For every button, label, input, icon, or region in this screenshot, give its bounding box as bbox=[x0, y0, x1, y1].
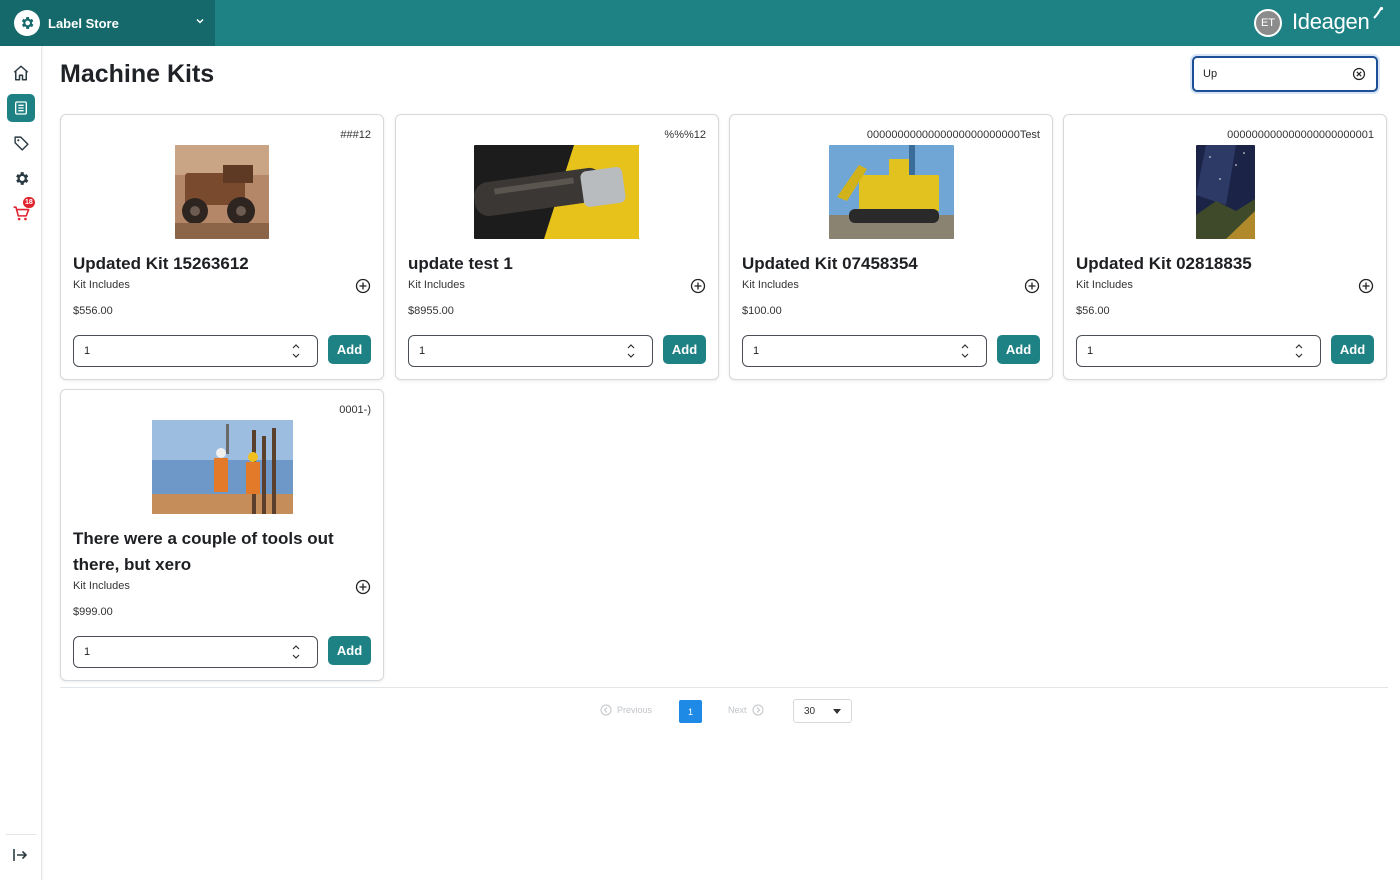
list-icon bbox=[15, 101, 27, 115]
kit-card: ###12 Updated Kit 15263612 Kit Includes … bbox=[60, 114, 384, 380]
store-logo-icon bbox=[14, 10, 40, 36]
quantity-stepper[interactable]: 1 bbox=[73, 636, 318, 668]
gear-icon bbox=[15, 171, 28, 185]
tag-icon bbox=[13, 135, 29, 151]
kit-name: Updated Kit 15263612 bbox=[73, 254, 249, 273]
page-size-value: 30 bbox=[804, 706, 816, 717]
kit-includes-label: Kit Includes bbox=[408, 279, 465, 291]
kit-name: update test 1 bbox=[408, 254, 513, 273]
kit-includes-label: Kit Includes bbox=[73, 580, 130, 592]
kit-price: $999.00 bbox=[73, 606, 113, 618]
store-name: Label Store bbox=[48, 15, 119, 31]
expand-kit-icon[interactable] bbox=[1024, 278, 1040, 294]
kit-name: Updated Kit 02818835 bbox=[1076, 254, 1252, 273]
spinner-arrows-icon[interactable] bbox=[291, 642, 301, 662]
chevron-right-circle-icon bbox=[752, 704, 764, 716]
expand-kit-icon[interactable] bbox=[1358, 278, 1374, 294]
page-number-current[interactable]: 1 bbox=[679, 700, 702, 723]
sidebar-item-labels[interactable] bbox=[7, 129, 35, 157]
kit-image[interactable] bbox=[474, 145, 639, 239]
spinner-arrows-icon[interactable] bbox=[291, 341, 301, 361]
quantity-value: 1 bbox=[753, 345, 760, 357]
chevron-down-icon bbox=[196, 18, 204, 24]
kit-image[interactable] bbox=[829, 145, 954, 239]
sidebar-item-cart[interactable]: 18 bbox=[7, 197, 35, 227]
kit-includes-label: Kit Includes bbox=[73, 279, 130, 291]
quantity-stepper[interactable]: 1 bbox=[742, 335, 987, 367]
quantity-value: 1 bbox=[419, 345, 426, 357]
kit-image[interactable] bbox=[175, 145, 269, 239]
search-field[interactable] bbox=[1192, 56, 1378, 92]
expand-kit-icon[interactable] bbox=[355, 579, 371, 595]
chevron-left-circle-icon bbox=[600, 704, 612, 716]
kit-price: $56.00 bbox=[1076, 305, 1110, 317]
kit-card: 0001-) There were a couple of tools out … bbox=[60, 389, 384, 681]
kit-name: Updated Kit 07458354 bbox=[742, 254, 918, 273]
page-size-select[interactable]: 30 bbox=[793, 699, 852, 723]
quantity-value: 1 bbox=[1087, 345, 1094, 357]
kit-code: 0000000000000000000000000Test bbox=[866, 129, 1040, 141]
kit-image[interactable] bbox=[1196, 145, 1255, 239]
expand-kit-icon[interactable] bbox=[355, 278, 371, 294]
quantity-value: 1 bbox=[84, 646, 91, 658]
quantity-value: 1 bbox=[84, 345, 91, 357]
previous-page-button[interactable]: Previous bbox=[600, 704, 652, 716]
brand-logo: Ideagen bbox=[1292, 9, 1370, 34]
kit-code: ###12 bbox=[340, 129, 371, 141]
caret-down-icon bbox=[833, 709, 841, 714]
brand-spark-icon bbox=[1373, 6, 1384, 19]
add-to-cart-button[interactable]: Add bbox=[328, 636, 371, 665]
store-switcher[interactable]: Label Store bbox=[0, 0, 215, 46]
kit-price: $100.00 bbox=[742, 305, 782, 317]
quantity-stepper[interactable]: 1 bbox=[73, 335, 318, 367]
kit-card: 000000000000000000000001 Updated Kit 028… bbox=[1063, 114, 1387, 380]
kit-price: $556.00 bbox=[73, 305, 113, 317]
kit-includes-label: Kit Includes bbox=[742, 279, 799, 291]
exit-icon[interactable] bbox=[12, 848, 30, 862]
previous-label: Previous bbox=[617, 705, 653, 715]
next-label: Next bbox=[728, 705, 747, 715]
spinner-arrows-icon[interactable] bbox=[1294, 341, 1304, 361]
kit-card: %%%12 update test 1 Kit Includes $8955.0… bbox=[395, 114, 719, 380]
add-to-cart-button[interactable]: Add bbox=[663, 335, 706, 364]
content-divider bbox=[60, 687, 1388, 688]
kit-name: There were a couple of tools out there, … bbox=[73, 529, 334, 574]
spinner-arrows-icon[interactable] bbox=[960, 341, 970, 361]
quantity-stepper[interactable]: 1 bbox=[408, 335, 653, 367]
sidebar-divider bbox=[6, 834, 36, 835]
kit-code: 000000000000000000000001 bbox=[1227, 129, 1374, 141]
expand-kit-icon[interactable] bbox=[690, 278, 706, 294]
cart-count-badge: 18 bbox=[23, 197, 35, 208]
add-to-cart-button[interactable]: Add bbox=[997, 335, 1040, 364]
top-bar: Label Store ET Ideagen bbox=[0, 0, 1400, 46]
sidebar-item-home[interactable] bbox=[7, 59, 35, 87]
spinner-arrows-icon[interactable] bbox=[626, 341, 636, 361]
kit-price: $8955.00 bbox=[408, 305, 454, 317]
kit-code: 0001-) bbox=[339, 404, 371, 416]
search-input[interactable] bbox=[1203, 65, 1343, 83]
next-page-button[interactable]: Next bbox=[728, 704, 764, 716]
quantity-stepper[interactable]: 1 bbox=[1076, 335, 1321, 367]
sidebar-item-catalog[interactable] bbox=[7, 94, 35, 122]
sidebar-item-settings[interactable] bbox=[7, 164, 35, 192]
add-to-cart-button[interactable]: Add bbox=[1331, 335, 1374, 364]
page-title: Machine Kits bbox=[60, 60, 215, 88]
home-icon bbox=[13, 65, 29, 81]
add-to-cart-button[interactable]: Add bbox=[328, 335, 371, 364]
kit-image[interactable] bbox=[152, 420, 293, 514]
sidebar: 18 bbox=[0, 46, 42, 880]
kit-code: %%%12 bbox=[664, 129, 706, 141]
clear-search-icon[interactable] bbox=[1352, 67, 1366, 81]
kit-card: 0000000000000000000000000Test Updated Ki… bbox=[729, 114, 1053, 380]
kit-includes-label: Kit Includes bbox=[1076, 279, 1133, 291]
user-avatar[interactable]: ET bbox=[1254, 9, 1282, 37]
